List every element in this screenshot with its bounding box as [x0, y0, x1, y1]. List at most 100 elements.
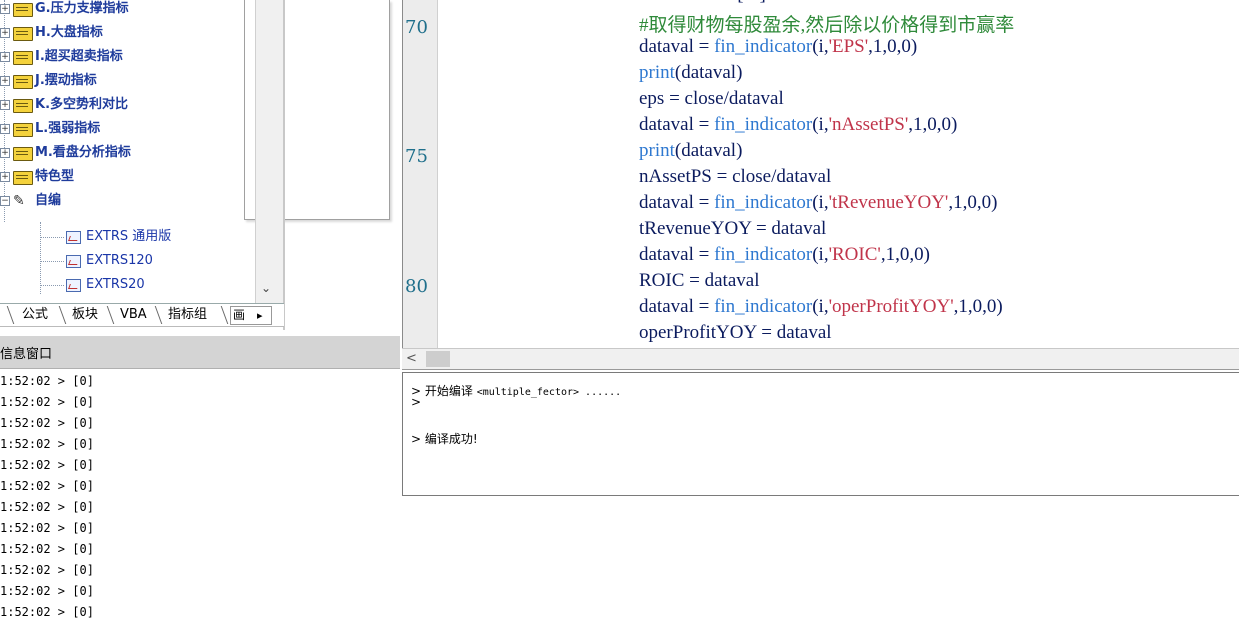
- tree-guide-branch: [40, 285, 64, 286]
- code-text: dataval =: [639, 36, 715, 57]
- compile-blank-prompt: >: [411, 395, 422, 409]
- tab-scroll-right-icon[interactable]: ▸: [257, 307, 263, 324]
- code-text: operProfitYOY = dataval: [639, 322, 832, 343]
- code-text: tRevenueYOY = dataval: [639, 218, 827, 239]
- formula-chart-icon: [66, 279, 81, 292]
- code-line: dataval = fin_indicator(i,'operProfitYOY…: [639, 296, 1003, 318]
- log-line: 1:52:02 > [0]: [0, 500, 94, 514]
- code-line: tRevenueYOY = dataval: [639, 218, 826, 240]
- code-line: print(dataval): [639, 140, 742, 162]
- collapse-icon[interactable]: −: [0, 196, 10, 206]
- expand-icon[interactable]: +: [0, 76, 10, 86]
- code-line: dataval = fin_indicator(i,'ROIC',1,0,0): [639, 244, 930, 266]
- code-text: dataval =: [639, 296, 715, 317]
- tab-formula[interactable]: 公式: [20, 305, 50, 325]
- tree-item-label: 自编: [35, 193, 62, 208]
- pane-splitter[interactable]: [283, 0, 285, 330]
- tab-vba[interactable]: VBA: [118, 305, 149, 325]
- tab-draw-partial[interactable]: 画: [233, 307, 245, 324]
- folder-icon: [13, 99, 33, 113]
- code-line: dataval = fin_indicator(i,'tRevenueYOY',…: [639, 192, 997, 214]
- line-number-gutter: 70 75 80: [403, 0, 438, 348]
- code-text: (i,: [812, 244, 829, 265]
- code-text: ,1,0,0): [908, 114, 958, 135]
- code-text: (i,: [812, 192, 829, 213]
- log-line: 1:52:02 > [0]: [0, 437, 94, 451]
- code-line: ROIC = dataval: [639, 270, 759, 292]
- expand-icon[interactable]: +: [0, 52, 10, 62]
- scroll-left-arrow-icon[interactable]: <: [406, 351, 422, 367]
- expand-icon[interactable]: +: [0, 124, 10, 134]
- formula-chart-icon: [66, 255, 81, 268]
- code-line: operProfitYOY = dataval: [639, 322, 832, 344]
- code-line: close = close[-1]: [639, 0, 766, 6]
- log-line: 1:52:02 > [0]: [0, 395, 94, 409]
- code-editor[interactable]: 70 75 80 close = close[-1] #取得财物每股盈余,然后除以…: [402, 0, 1239, 348]
- tab-nav-buttons[interactable]: 画 ▸: [230, 306, 272, 325]
- code-function-token: fin_indicator: [714, 36, 813, 57]
- editor-horizontal-scrollbar[interactable]: <: [402, 348, 1239, 370]
- log-line: 1:52:02 > [0]: [0, 563, 94, 577]
- code-text: dataval =: [639, 192, 715, 213]
- expand-icon[interactable]: +: [0, 28, 10, 38]
- expand-icon[interactable]: +: [0, 172, 10, 182]
- code-line: dataval = fin_indicator(i,'EPS',1,0,0): [639, 36, 917, 58]
- tree-subitem-label: EXTRS20: [86, 277, 145, 292]
- code-line: #取得财物每股盈余,然后除以价格得到市赢率: [639, 10, 1014, 37]
- line-number: 75: [405, 146, 428, 167]
- code-text: ROIC = dataval: [639, 270, 760, 291]
- expand-icon[interactable]: +: [0, 4, 10, 14]
- info-log-list: 1:52:02 > [0] 1:52:02 > [0] 1:52:02 > [0] 1…: [0, 371, 400, 623]
- code-text: dataval =: [639, 114, 715, 135]
- tree-guide-branch: [40, 237, 64, 238]
- tree-item-label: I.超买超卖指标: [35, 49, 123, 64]
- folder-icon: [13, 123, 33, 137]
- code-text: dataval =: [639, 244, 715, 265]
- code-line: print(dataval): [639, 62, 742, 84]
- code-text: (i,: [812, 114, 829, 135]
- log-line: 1:52:02 > [0]: [0, 416, 94, 430]
- code-text: close = close[-1]: [639, 0, 766, 5]
- code-function-token: print: [639, 62, 675, 83]
- code-string-token: 'ROIC': [828, 244, 881, 265]
- formula-chart-icon: [66, 231, 81, 244]
- line-number: 70: [405, 17, 428, 38]
- code-text: ,1,0,0): [868, 36, 918, 57]
- code-text: nAssetPS = close/dataval: [639, 166, 832, 187]
- code-comment: #取得财物每股盈余,然后除以价格得到市赢率: [639, 15, 1015, 36]
- tree-item-label: H.大盘指标: [35, 25, 103, 40]
- compile-target: <multiple_fector> ......: [476, 387, 622, 398]
- code-text: (dataval): [674, 62, 743, 83]
- log-line: 1:52:02 > [0]: [0, 458, 94, 472]
- tab-indicator-group[interactable]: 指标组: [166, 305, 209, 325]
- code-text: ,1,0,0): [953, 296, 1003, 317]
- compile-output-panel: > 开始编译 <multiple_fector> ...... > > 编译成功…: [402, 372, 1239, 496]
- folder-icon: [13, 51, 33, 65]
- tab-sector[interactable]: 板块: [70, 305, 100, 325]
- formula-tree[interactable]: + G.压力支撑指标 + H.大盘指标 + I.超买超卖指标 + J.摆动指标 + K.多空势利对…: [0, 0, 284, 303]
- tree-item-label: K.多空势利对比: [35, 97, 129, 112]
- log-line: 1:52:02 > [0]: [0, 584, 94, 598]
- scrollbar-thumb[interactable]: [426, 351, 450, 367]
- code-line: nAssetPS = close/dataval: [639, 166, 831, 188]
- tree-subitem-label: EXTRS 通用版: [86, 229, 172, 244]
- expand-icon[interactable]: +: [0, 100, 10, 110]
- compile-start-line: > 开始编译 <multiple_fector> ......: [411, 382, 621, 399]
- expand-icon[interactable]: +: [0, 148, 10, 158]
- info-window-title: 信息窗口: [0, 347, 53, 362]
- tree-vertical-scrollbar[interactable]: [255, 0, 285, 303]
- tree-item-label: J.摆动指标: [35, 73, 97, 88]
- code-function-token: fin_indicator: [714, 244, 813, 265]
- code-text: ,1,0,0): [948, 192, 998, 213]
- code-line: eps = close/dataval: [639, 88, 784, 110]
- log-line: 1:52:02 > [0]: [0, 479, 94, 493]
- code-string-token: 'nAssetPS': [828, 114, 909, 135]
- scroll-down-arrow-icon[interactable]: ⌄: [256, 276, 276, 300]
- code-function-token: fin_indicator: [714, 192, 813, 213]
- tree-item-label: L.强弱指标: [35, 121, 101, 136]
- folder-icon: [13, 27, 33, 41]
- pencil-icon: ✎: [13, 193, 25, 209]
- folder-icon: [13, 171, 33, 185]
- tree-item-label: 特色型: [35, 169, 75, 184]
- info-window-header: 信息窗口: [0, 336, 400, 369]
